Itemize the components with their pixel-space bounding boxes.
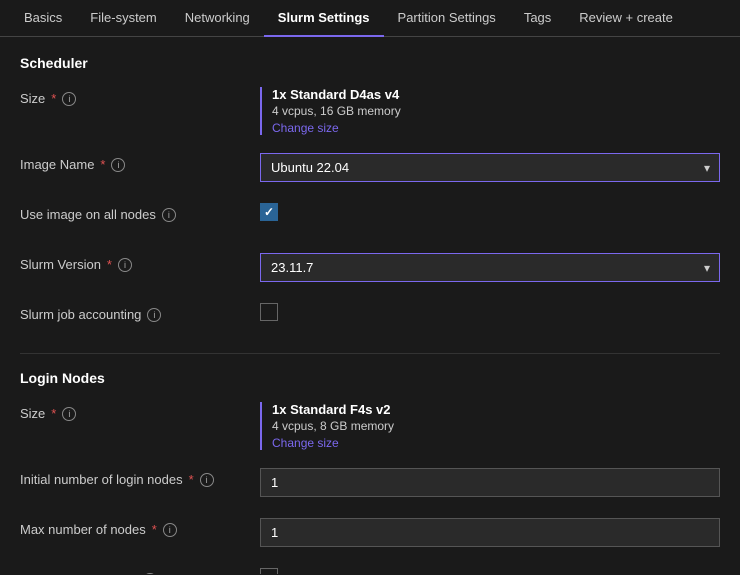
image-name-row: Image Name * i Ubuntu 22.04Ubuntu 20.04C…	[20, 153, 720, 185]
slurm-accounting-label: Slurm job accounting i	[20, 303, 260, 322]
health-check-label: Enable health check i	[20, 568, 260, 574]
tab-networking[interactable]: Networking	[171, 0, 264, 37]
slurm-accounting-info-icon[interactable]: i	[147, 308, 161, 322]
login-size-name: 1x Standard F4s v2	[272, 402, 720, 417]
login-size-details: 4 vcpus, 8 GB memory	[272, 419, 720, 433]
image-name-info-icon[interactable]: i	[111, 158, 125, 172]
scheduler-size-row: Size * i 1x Standard D4as v4 4 vcpus, 16…	[20, 87, 720, 135]
scheduler-size-label: Size * i	[20, 87, 260, 106]
scheduler-size-details: 4 vcpus, 16 GB memory	[272, 104, 720, 118]
login-size-label: Size * i	[20, 402, 260, 421]
image-name-label: Image Name * i	[20, 153, 260, 172]
slurm-accounting-row: Slurm job accounting i	[20, 303, 720, 335]
login-change-size-link[interactable]: Change size	[272, 436, 720, 450]
use-image-label: Use image on all nodes i	[20, 203, 260, 222]
initial-nodes-required-star: *	[189, 472, 194, 487]
tab-review[interactable]: Review + create	[565, 0, 687, 37]
login-size-control: 1x Standard F4s v2 4 vcpus, 8 GB memory …	[260, 402, 720, 450]
tab-basics[interactable]: Basics	[10, 0, 76, 37]
slurm-version-control: 23.11.723.02.422.05.8 ▾	[260, 253, 720, 282]
slurm-accounting-checkbox[interactable]	[260, 303, 278, 321]
login-nodes-section-title: Login Nodes	[20, 370, 720, 386]
max-nodes-required-star: *	[152, 522, 157, 537]
initial-nodes-label: Initial number of login nodes * i	[20, 468, 260, 487]
slurm-version-info-icon[interactable]: i	[118, 258, 132, 272]
tab-tags[interactable]: Tags	[510, 0, 565, 37]
max-nodes-input[interactable]	[260, 518, 720, 547]
scheduler-change-size-link[interactable]: Change size	[272, 121, 720, 135]
slurm-version-required-star: *	[107, 257, 112, 272]
scheduler-size-info-icon[interactable]: i	[62, 92, 76, 106]
use-image-control	[260, 203, 720, 221]
scheduler-size-control: 1x Standard D4as v4 4 vcpus, 16 GB memor…	[260, 87, 720, 135]
tab-bar: BasicsFile-systemNetworkingSlurm Setting…	[0, 0, 740, 37]
scheduler-size-block: 1x Standard D4as v4 4 vcpus, 16 GB memor…	[260, 87, 720, 135]
use-image-row: Use image on all nodes i	[20, 203, 720, 235]
section-divider	[20, 353, 720, 354]
slurm-version-select[interactable]: 23.11.723.02.422.05.8	[260, 253, 720, 282]
use-image-checkbox[interactable]	[260, 203, 278, 221]
initial-nodes-input[interactable]	[260, 468, 720, 497]
initial-nodes-info-icon[interactable]: i	[200, 473, 214, 487]
tab-partition[interactable]: Partition Settings	[384, 0, 510, 37]
use-image-info-icon[interactable]: i	[162, 208, 176, 222]
slurm-version-select-wrapper: 23.11.723.02.422.05.8 ▾	[260, 253, 720, 282]
image-required-star: *	[100, 157, 105, 172]
tab-slurm[interactable]: Slurm Settings	[264, 0, 384, 37]
scheduler-size-name: 1x Standard D4as v4	[272, 87, 720, 102]
login-size-row: Size * i 1x Standard F4s v2 4 vcpus, 8 G…	[20, 402, 720, 450]
max-nodes-row: Max number of nodes * i	[20, 518, 720, 550]
required-star: *	[51, 91, 56, 106]
scheduler-section-title: Scheduler	[20, 55, 720, 71]
login-size-block: 1x Standard F4s v2 4 vcpus, 8 GB memory …	[260, 402, 720, 450]
image-name-select-wrapper: Ubuntu 22.04Ubuntu 20.04CentOS 7CentOS 8…	[260, 153, 720, 182]
tab-filesystem[interactable]: File-system	[76, 0, 170, 37]
health-check-info-icon[interactable]: i	[143, 573, 157, 575]
max-nodes-control	[260, 518, 720, 547]
max-nodes-label: Max number of nodes * i	[20, 518, 260, 537]
image-name-control: Ubuntu 22.04Ubuntu 20.04CentOS 7CentOS 8…	[260, 153, 720, 182]
login-size-required-star: *	[51, 406, 56, 421]
health-check-checkbox[interactable]	[260, 568, 278, 574]
slurm-version-row: Slurm Version * i 23.11.723.02.422.05.8 …	[20, 253, 720, 285]
slurm-accounting-control	[260, 303, 720, 324]
initial-nodes-row: Initial number of login nodes * i	[20, 468, 720, 500]
initial-nodes-control	[260, 468, 720, 497]
slurm-version-label: Slurm Version * i	[20, 253, 260, 272]
image-name-select[interactable]: Ubuntu 22.04Ubuntu 20.04CentOS 7CentOS 8	[260, 153, 720, 182]
login-size-info-icon[interactable]: i	[62, 407, 76, 421]
health-check-control	[260, 568, 720, 574]
max-nodes-info-icon[interactable]: i	[163, 523, 177, 537]
main-content: Scheduler Size * i 1x Standard D4as v4 4…	[0, 37, 740, 574]
health-check-row: Enable health check i	[20, 568, 720, 574]
